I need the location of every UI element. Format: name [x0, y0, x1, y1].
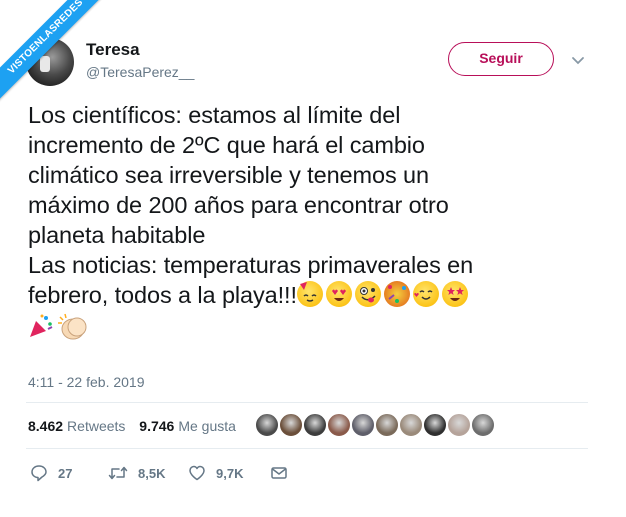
- smiling-face-with-hearts-icon: [412, 281, 439, 307]
- party-popper-icon: [28, 313, 54, 339]
- liker-avatar[interactable]: [446, 412, 472, 438]
- engagement-stats: 8.462 Retweets 9.746 Me gusta: [28, 418, 246, 434]
- tweet-line-with-emojis: febrero, todos a la playa!!!: [28, 280, 598, 310]
- chevron-down-icon[interactable]: [570, 52, 586, 68]
- tweet-line: Las noticias: temperaturas primaverales …: [28, 252, 474, 278]
- tweet-timestamp[interactable]: 4:11 - 22 feb. 2019: [28, 374, 145, 390]
- zany-face-icon: [354, 281, 381, 307]
- liker-avatar[interactable]: [470, 412, 496, 438]
- liker-avatar[interactable]: [374, 412, 400, 438]
- retweets-stat[interactable]: 8.462 Retweets: [28, 418, 125, 434]
- tweet-line: planeta habitable: [28, 222, 206, 248]
- tweet-line: climático sea irreversible y tenemos un: [28, 162, 429, 188]
- tweet-text: Los científicos: estamos al límite del i…: [28, 100, 598, 342]
- message-action[interactable]: [270, 462, 298, 484]
- retweets-count: 8.462: [28, 418, 64, 434]
- retweet-action[interactable]: 8,5K: [108, 462, 165, 484]
- reply-action[interactable]: 27: [30, 462, 72, 484]
- likes-label: Me gusta: [178, 418, 236, 434]
- reply-icon: [31, 465, 47, 482]
- liker-avatar[interactable]: [350, 412, 376, 438]
- follow-button[interactable]: Seguir: [448, 42, 554, 76]
- retweets-label: Retweets: [67, 418, 126, 434]
- clapping-hands-icon: [57, 313, 91, 340]
- liker-avatar[interactable]: [254, 412, 280, 438]
- watermark-ribbon: VISTOENLASREDES: [0, 0, 120, 120]
- tweet-line: máximo de 200 años para encontrar otro: [28, 192, 449, 218]
- star-struck-icon: [441, 281, 468, 307]
- retweet-count: 8,5K: [138, 465, 166, 481]
- watermark-text: VISTOENLASREDES: [0, 0, 111, 102]
- confetti-ball-icon: [383, 281, 410, 307]
- reply-count: 27: [58, 465, 73, 481]
- envelope-icon: [271, 467, 287, 479]
- like-count: 9,7K: [216, 465, 244, 481]
- liker-avatar[interactable]: [398, 412, 424, 438]
- tweet-actions: 27 8,5K 9,7K: [28, 462, 328, 484]
- divider: [26, 448, 588, 449]
- likes-stat[interactable]: 9.746 Me gusta: [139, 418, 236, 434]
- likes-count: 9.746: [139, 418, 175, 434]
- like-action[interactable]: 9,7K: [188, 462, 243, 484]
- partying-face-icon: [296, 281, 323, 307]
- heart-icon: [189, 465, 205, 481]
- liker-avatar[interactable]: [422, 412, 448, 438]
- tweet-line: incremento de 2ºC que hará el cambio: [28, 132, 425, 158]
- liker-avatar[interactable]: [326, 412, 352, 438]
- liker-avatar[interactable]: [302, 412, 328, 438]
- tweet-emoji-line: [28, 312, 598, 342]
- retweet-icon: [108, 466, 128, 480]
- liker-avatar[interactable]: [278, 412, 304, 438]
- tweet-line: febrero, todos a la playa!!!: [28, 282, 297, 308]
- heart-eyes-icon: [325, 281, 352, 307]
- divider: [26, 402, 588, 403]
